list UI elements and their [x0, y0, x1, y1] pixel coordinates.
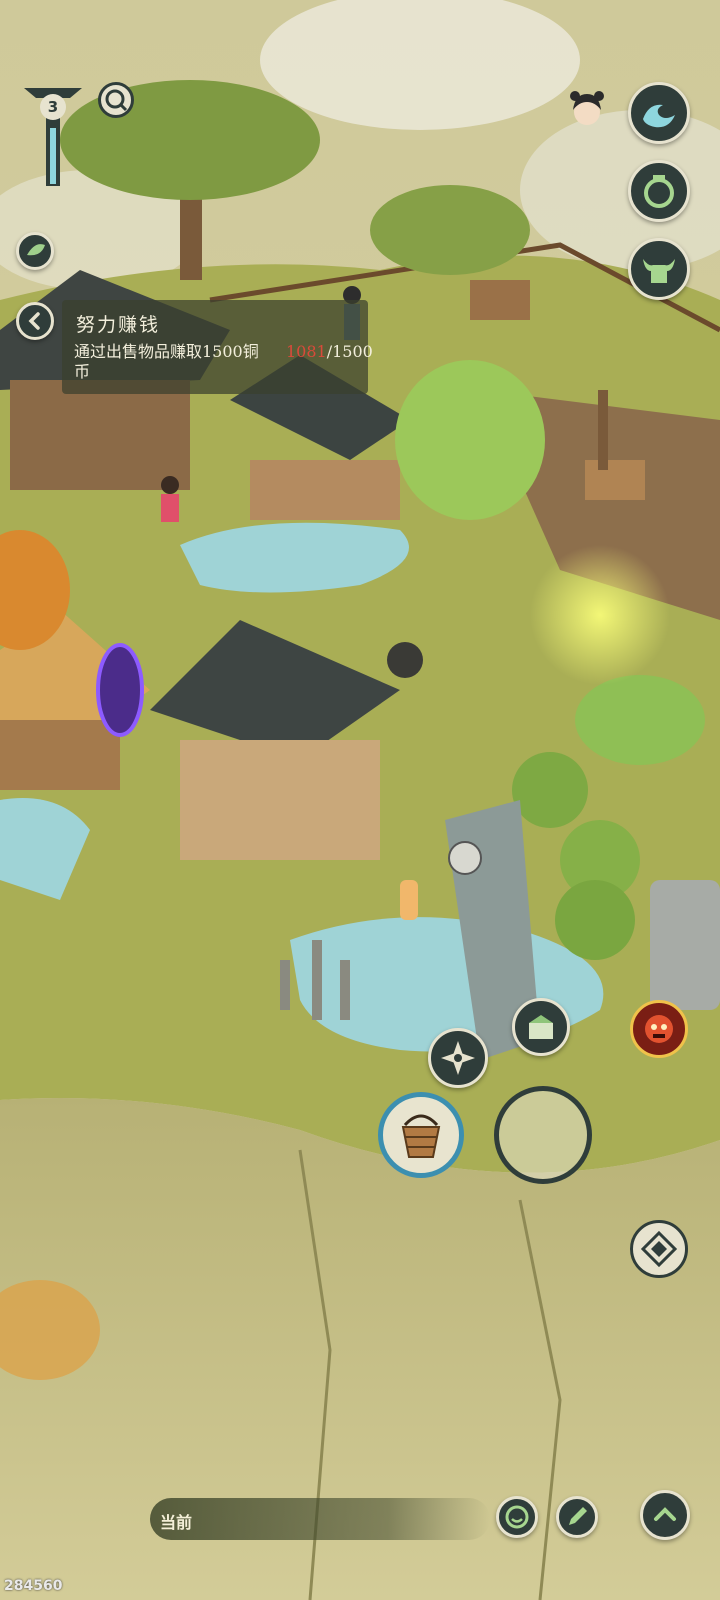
pot-button[interactable] — [628, 160, 690, 222]
npc-character — [161, 494, 179, 522]
gift-box-icon — [529, 1015, 553, 1039]
npc-character — [161, 476, 179, 494]
expand-button[interactable] — [640, 1490, 690, 1540]
leaf-icon — [27, 244, 45, 256]
emote-button[interactable] — [496, 1496, 538, 1538]
search-icon — [105, 89, 128, 112]
quest-description: 通过出售物品赚取1500铜币 — [74, 342, 259, 381]
pine-canopy — [370, 185, 530, 275]
leaf-button[interactable] — [16, 232, 54, 270]
shop-wall — [180, 740, 380, 860]
gift-button[interactable] — [512, 998, 570, 1056]
diamond-icon — [640, 1230, 678, 1268]
bucket-icon — [401, 1114, 441, 1158]
ox-icon — [643, 259, 675, 283]
willow-tree — [575, 675, 705, 765]
house-wall — [10, 380, 190, 490]
smile-icon — [505, 1505, 529, 1529]
glowing-sprout — [530, 545, 670, 685]
quest-title: 努力赚钱 — [76, 314, 161, 336]
compass-button[interactable] — [428, 1028, 488, 1088]
scarecrow — [598, 390, 608, 470]
pot-icon — [644, 175, 674, 208]
wooden-crate — [585, 460, 645, 500]
character-avatar[interactable] — [565, 88, 609, 134]
crane-post — [340, 960, 350, 1020]
pavilion-floor — [250, 460, 400, 520]
search-button[interactable] — [98, 82, 134, 118]
chevron-up-icon — [654, 1507, 676, 1521]
crane-post — [312, 940, 322, 1020]
demon-button[interactable] — [630, 1000, 688, 1058]
quest-progress-total: /1500 — [326, 342, 373, 361]
chevron-left-icon — [28, 312, 40, 330]
wooden-crate — [470, 280, 530, 320]
hut-wall — [0, 720, 120, 790]
willow-tree — [395, 360, 545, 520]
compass-icon — [441, 1041, 475, 1075]
collapse-quest-button[interactable] — [16, 302, 54, 340]
chat-bar[interactable]: 当前 — [150, 1498, 490, 1540]
glowing-lantern — [400, 880, 418, 920]
avatar-icon — [570, 91, 604, 125]
edit-button[interactable] — [556, 1496, 598, 1538]
bucket-tool-button[interactable] — [378, 1092, 464, 1178]
game-world-scene — [0, 0, 720, 1600]
round-bush — [512, 752, 588, 828]
round-bush — [555, 880, 635, 960]
stone-tablet — [650, 880, 720, 1010]
wave-icon — [643, 104, 675, 128]
demon-face-icon — [645, 1015, 673, 1043]
ox-button[interactable] — [628, 238, 690, 300]
cooking-pot — [387, 642, 423, 678]
player-id: 284560 — [4, 1578, 63, 1594]
quest-progress-current: 1081 — [286, 342, 327, 361]
wave-button[interactable] — [628, 82, 690, 144]
quest-panel[interactable]: 努力赚钱 通过出售物品赚取1500铜币 1081/1500 — [62, 300, 373, 394]
level-badge[interactable]: 3 — [18, 80, 88, 190]
crane-post — [280, 960, 290, 1010]
empty-action-slot[interactable] — [494, 1086, 592, 1184]
diamond-button[interactable] — [630, 1220, 688, 1278]
yin-yang-emblem — [448, 841, 482, 875]
level-number: 3 — [40, 94, 66, 120]
chat-channel-label: 当前 — [160, 1513, 193, 1532]
pencil-icon — [569, 1507, 587, 1525]
quest-progress: 1081/1500 — [286, 342, 373, 361]
purple-portal — [96, 643, 144, 737]
